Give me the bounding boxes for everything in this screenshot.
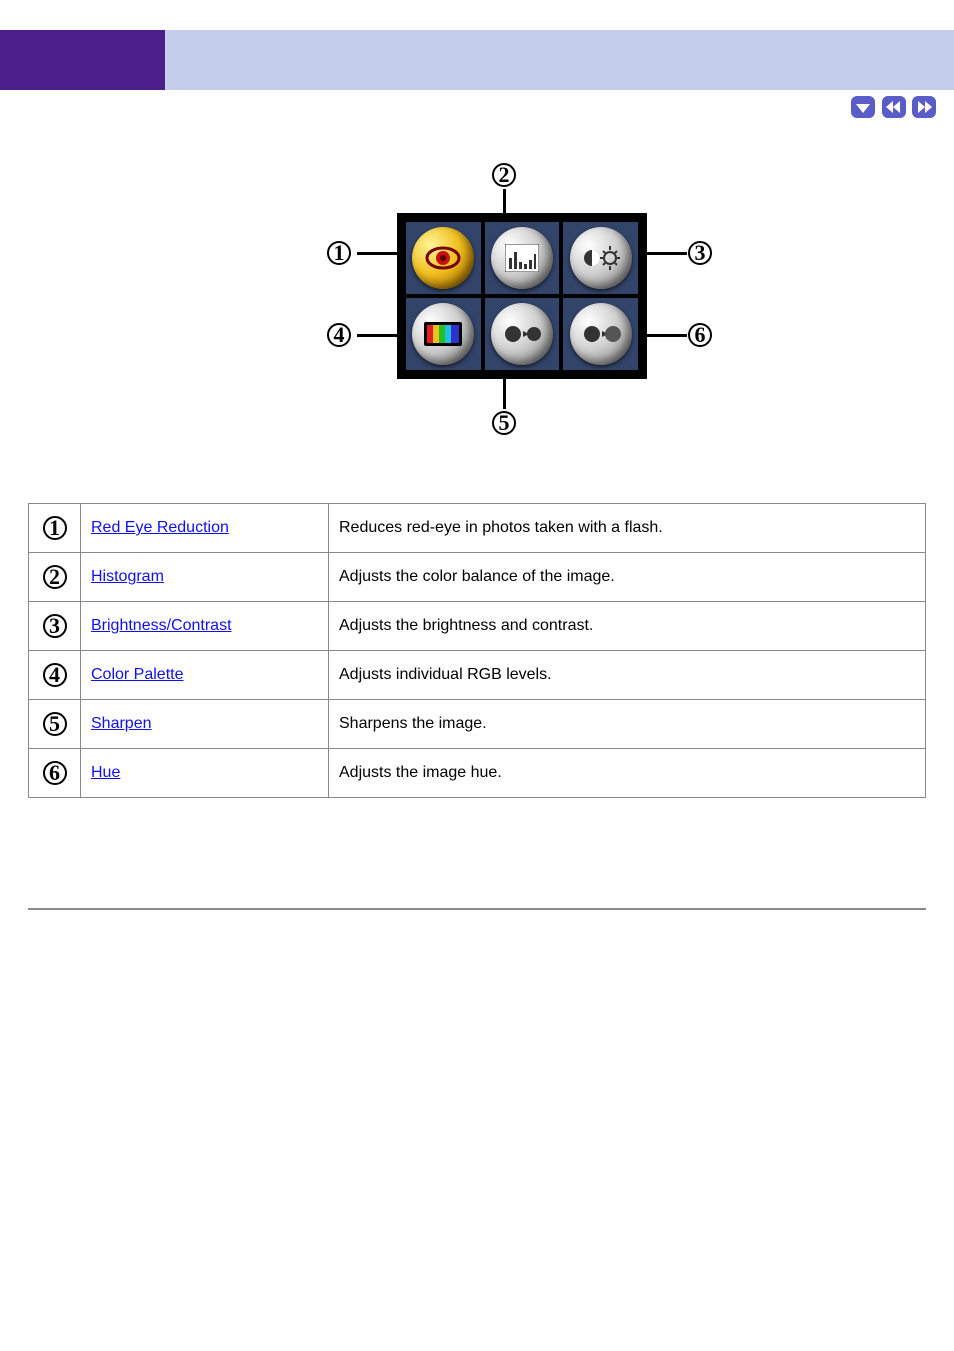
feature-desc: Reduces red-eye in photos taken with a f… (329, 504, 926, 553)
callout-2: 2 (492, 163, 516, 187)
header-left-band (0, 30, 165, 90)
brightness-contrast-button[interactable] (570, 227, 632, 289)
connector-line (357, 334, 397, 337)
scroll-down-icon[interactable] (851, 96, 875, 118)
callout-4: 4 (327, 323, 351, 347)
feature-link[interactable]: Histogram (91, 568, 164, 585)
feature-table: 1 Red Eye Reduction Reduces red-eye in p… (28, 503, 926, 798)
feature-desc: Adjusts individual RGB levels. (329, 651, 926, 700)
hue-icon (581, 319, 621, 349)
row-num: 1 (43, 516, 67, 540)
feature-desc: Adjusts the color balance of the image. (329, 553, 926, 602)
color-spectrum-icon (424, 322, 462, 346)
sharpen-button[interactable] (491, 303, 553, 365)
bottom-rule (28, 908, 926, 910)
prev-page-icon[interactable] (882, 96, 906, 118)
grid-cell-6 (563, 298, 638, 370)
table-row: 6 Hue Adjusts the image hue. (29, 749, 926, 798)
connector-line (647, 252, 687, 255)
callout-3: 3 (688, 241, 712, 265)
histogram-icon (505, 244, 539, 272)
button-grid (397, 213, 647, 379)
connector-line (503, 379, 506, 409)
feature-link[interactable]: Hue (91, 764, 120, 781)
row-num: 6 (43, 761, 67, 785)
connector-line (357, 252, 397, 255)
histogram-button[interactable] (491, 227, 553, 289)
feature-link[interactable]: Red Eye Reduction (91, 519, 229, 536)
sharpen-icon (502, 319, 542, 349)
feature-link[interactable]: Color Palette (91, 666, 184, 683)
feature-link[interactable]: Sharpen (91, 715, 152, 732)
table-row: 1 Red Eye Reduction Reduces red-eye in p… (29, 504, 926, 553)
row-num: 2 (43, 565, 67, 589)
callout-5: 5 (492, 411, 516, 435)
next-page-icon[interactable] (912, 96, 936, 118)
diagram: 2 1 3 4 6 5 (292, 153, 662, 443)
table-row: 3 Brightness/Contrast Adjusts the bright… (29, 602, 926, 651)
redeye-button[interactable] (412, 227, 474, 289)
row-num: 4 (43, 663, 67, 687)
feature-desc: Adjusts the brightness and contrast. (329, 602, 926, 651)
header-right-band (165, 30, 954, 90)
grid-cell-3 (563, 222, 638, 294)
feature-desc: Sharpens the image. (329, 700, 926, 749)
row-num: 5 (43, 712, 67, 736)
table-row: 2 Histogram Adjusts the color balance of… (29, 553, 926, 602)
grid-cell-5 (485, 298, 560, 370)
grid-cell-2 (485, 222, 560, 294)
callout-6: 6 (688, 323, 712, 347)
hue-button[interactable] (570, 303, 632, 365)
feature-link[interactable]: Brightness/Contrast (91, 617, 232, 634)
table-row: 5 Sharpen Sharpens the image. (29, 700, 926, 749)
header (0, 30, 954, 90)
row-num: 3 (43, 614, 67, 638)
redeye-icon (423, 238, 463, 278)
brightness-contrast-icon (581, 243, 621, 273)
connector-line (647, 334, 687, 337)
color-palette-button[interactable] (412, 303, 474, 365)
grid-cell-4 (406, 298, 481, 370)
callout-1: 1 (327, 241, 351, 265)
connector-line (503, 189, 506, 213)
grid-cell-1 (406, 222, 481, 294)
nav-icons (0, 90, 954, 123)
table-row: 4 Color Palette Adjusts individual RGB l… (29, 651, 926, 700)
feature-desc: Adjusts the image hue. (329, 749, 926, 798)
